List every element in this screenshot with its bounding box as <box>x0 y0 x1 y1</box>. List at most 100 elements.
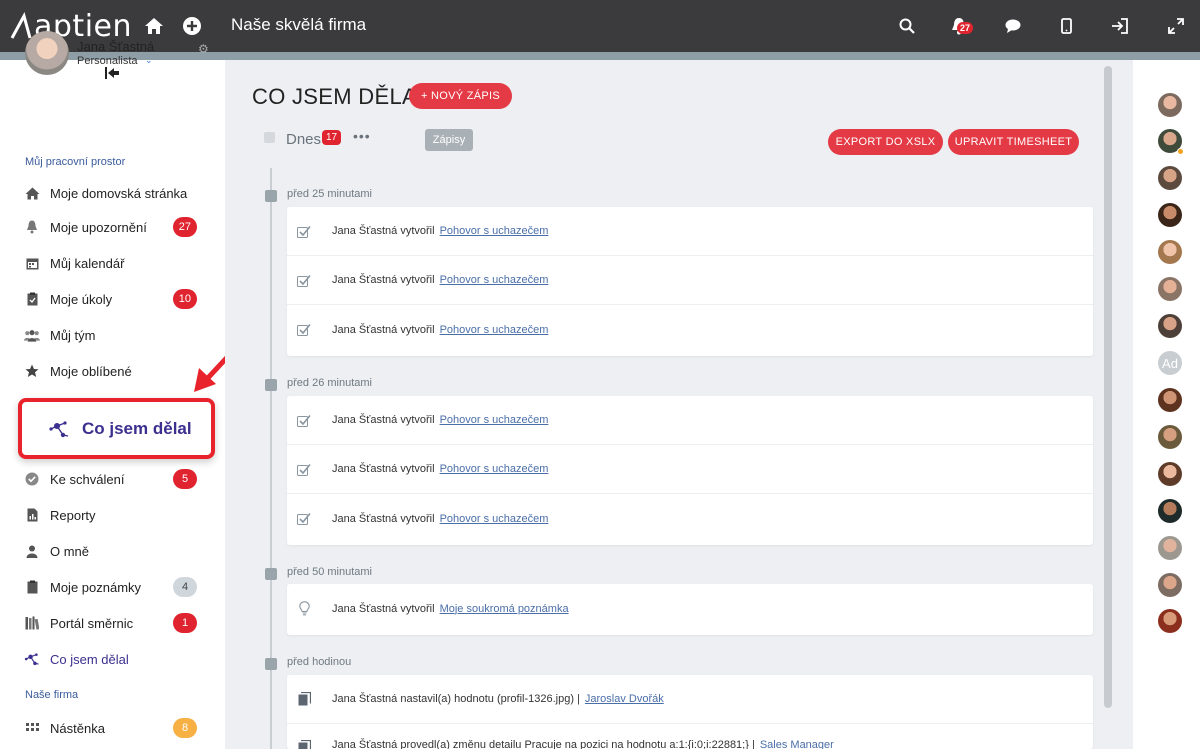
activity-link[interactable]: Pohovor s uchazečem <box>440 414 549 426</box>
activity-row: Jana Šťastná vytvořil Moje soukromá pozná… <box>287 584 1093 633</box>
gear-icon[interactable]: ⚙ <box>198 42 210 56</box>
sidebar-item-label: Reporty <box>50 507 96 523</box>
sidebar-item-label: Moje domovská stránka <box>50 185 188 201</box>
team-icon <box>24 327 40 343</box>
home-icon[interactable] <box>142 14 166 38</box>
activity-link[interactable]: Pohovor s uchazečem <box>440 225 549 237</box>
sidebar-item-reports[interactable]: Reporty <box>24 504 204 526</box>
user-name[interactable]: Jana Šťastná <box>77 39 154 54</box>
sidebar-item-notes[interactable]: Moje poznámky 4 <box>24 576 204 598</box>
entries-filter-button[interactable]: Zápisy <box>425 129 473 151</box>
activity-row: Jana Šťastná vytvořil Pohovor s uchazečem <box>287 207 1093 256</box>
top-bar: aptien Naše skvělá firma 27 <box>0 0 1200 52</box>
team-member-avatar[interactable] <box>1158 277 1182 301</box>
callout-label: Co jsem dělal <box>82 418 192 438</box>
more-options-icon[interactable]: ••• <box>353 128 371 144</box>
add-icon[interactable] <box>180 14 204 38</box>
chevron-down-icon[interactable]: ⌄ <box>145 55 153 66</box>
sidebar-item-about-me[interactable]: O mně <box>24 540 204 562</box>
day-marker <box>264 132 275 143</box>
activity-text: Jana Šťastná vytvořil <box>332 602 435 615</box>
timeline-time: před 26 minutami <box>287 377 372 389</box>
day-label[interactable]: Dnes <box>286 131 321 148</box>
section-label-workspace: Můj pracovní prostor <box>25 156 126 168</box>
sidebar-item-label: Moje oblíbené <box>50 363 132 379</box>
sidebar-item-favorites[interactable]: Moje oblíbené <box>24 360 204 382</box>
activity-text: Jana Šťastná vytvořil <box>332 512 435 525</box>
activity-icon <box>24 651 40 667</box>
search-icon[interactable] <box>895 14 919 38</box>
collapse-sidebar-icon[interactable] <box>104 67 120 79</box>
sidebar-item-policies[interactable]: Portál směrnic 1 <box>24 612 204 634</box>
activity-row: Jana Šťastná vytvořil Pohovor s uchazečem <box>287 305 1093 354</box>
task-check-icon <box>297 224 311 238</box>
timeline-time: před 50 minutami <box>287 566 372 578</box>
sidebar-item-label: Portál směrnic <box>50 615 134 631</box>
activity-link[interactable]: Pohovor s uchazečem <box>440 513 549 525</box>
mobile-icon[interactable] <box>1054 14 1078 38</box>
team-member-avatar[interactable] <box>1158 93 1182 117</box>
edit-timesheet-button[interactable]: UPRAVIT TIMESHEET <box>948 129 1079 155</box>
main-scrollbar[interactable] <box>1104 66 1112 708</box>
team-member-avatar[interactable] <box>1158 425 1182 449</box>
team-member-initials-avatar[interactable]: Ad <box>1158 351 1182 375</box>
team-member-avatar[interactable] <box>1158 203 1182 227</box>
calendar-icon <box>24 255 40 271</box>
sidebar-item-calendar[interactable]: Můj kalendář <box>24 252 204 274</box>
sidebar-item-label: O mně <box>50 543 90 559</box>
sidebar-item-notifications[interactable]: Moje upozornění 27 <box>24 216 204 238</box>
team-member-avatar[interactable] <box>1158 240 1182 264</box>
sidebar-item-label: Nástěnka <box>50 720 105 736</box>
fullscreen-icon[interactable] <box>1164 14 1188 38</box>
sidebar-item-approvals[interactable]: Ke schválení 5 <box>24 468 204 490</box>
board-icon <box>24 720 40 736</box>
report-icon <box>24 507 40 523</box>
new-entry-button[interactable]: + NOVÝ ZÁPIS <box>409 83 512 109</box>
timeline-node <box>265 190 277 202</box>
activity-link[interactable]: Jaroslav Dvořák <box>585 693 664 705</box>
notification-badge: 27 <box>957 22 974 34</box>
page-title: CO JSEM DĚLAL <box>252 84 430 109</box>
team-member-avatar[interactable] <box>1158 388 1182 412</box>
sidebar-item-team[interactable]: Můj tým <box>24 324 204 346</box>
count-badge: 1 <box>173 613 197 633</box>
team-member-avatar[interactable] <box>1158 573 1182 597</box>
task-check-icon <box>297 323 311 337</box>
logout-icon[interactable] <box>1108 14 1132 38</box>
activity-card: Jana Šťastná vytvořil Pohovor s uchazečem… <box>287 396 1093 545</box>
team-member-avatar[interactable] <box>1158 314 1182 338</box>
document-icon <box>297 692 311 706</box>
activity-link[interactable]: Sales Manager <box>760 739 834 749</box>
team-member-avatar[interactable] <box>1158 462 1182 486</box>
activity-row: Jana Šťastná vytvořil Pohovor s uchazečem <box>287 396 1093 445</box>
activity-link[interactable]: Pohovor s uchazečem <box>440 324 549 336</box>
team-member-avatar[interactable] <box>1158 609 1182 633</box>
activity-link[interactable]: Pohovor s uchazečem <box>440 463 549 475</box>
logo-mark-icon <box>10 11 32 39</box>
team-member-avatar[interactable] <box>1158 536 1182 560</box>
task-check-icon <box>297 413 311 427</box>
sidebar-item-label: Ke schválení <box>50 471 125 487</box>
activity-text: Jana Šťastná vytvořil <box>332 463 435 475</box>
user-avatar[interactable] <box>25 31 69 75</box>
count-badge: 10 <box>172 289 197 309</box>
highlighted-menu-item[interactable]: Co jsem dělal <box>18 398 215 459</box>
sidebar-item-home[interactable]: Moje domovská stránka <box>24 182 204 204</box>
activity-link[interactable]: Moje soukromá poznámka <box>440 603 569 615</box>
activity-link[interactable]: Pohovor s uchazečem <box>440 274 549 286</box>
export-xlsx-button[interactable]: EXPORT DO XSLX <box>828 129 943 155</box>
sidebar-item-tasks[interactable]: Moje úkoly 10 <box>24 288 204 310</box>
user-role[interactable]: Personalista <box>77 55 138 67</box>
company-name[interactable]: Naše skvělá firma <box>231 15 366 35</box>
activity-text: Jana Šťastná provedl(a) změnu detailu Pr… <box>332 739 755 749</box>
sidebar-item-activity[interactable]: Co jsem dělal <box>24 648 204 670</box>
team-member-avatar[interactable] <box>1158 166 1182 190</box>
books-icon <box>24 615 40 631</box>
activity-card: Jana Šťastná vytvořil Pohovor s uchazečem… <box>287 207 1093 356</box>
sidebar-item-board[interactable]: Nástěnka 8 <box>24 717 204 739</box>
chat-icon[interactable] <box>1001 14 1025 38</box>
section-label-company: Naše firma <box>25 689 79 701</box>
count-badge: 27 <box>172 217 197 237</box>
team-member-avatar[interactable] <box>1158 499 1182 523</box>
person-icon <box>24 543 40 559</box>
